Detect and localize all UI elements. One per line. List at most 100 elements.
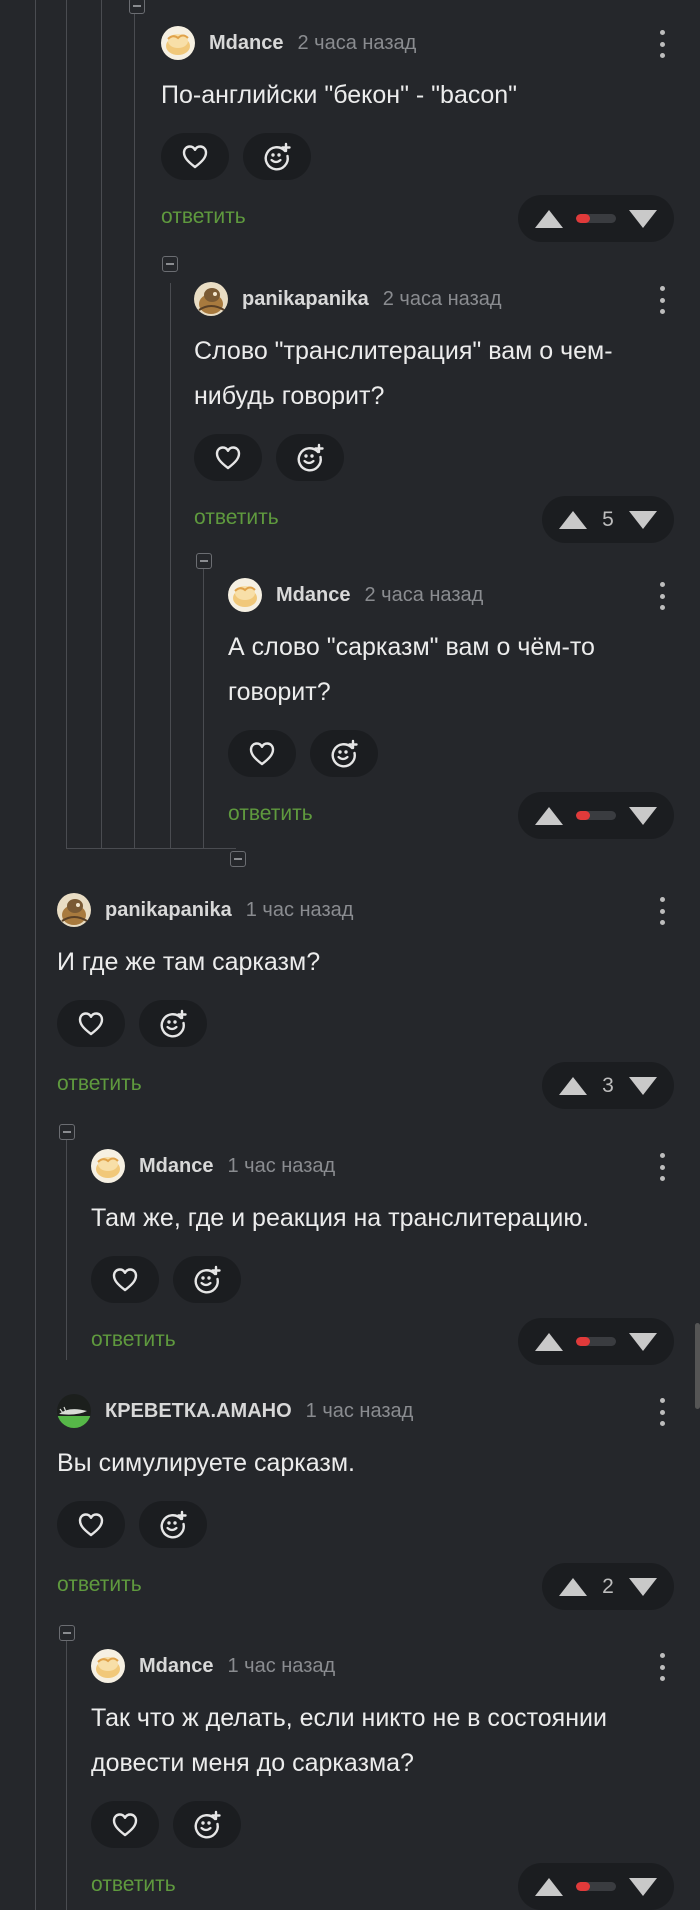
comment-text: Так что ж делать, если никто не в состоя… xyxy=(91,1704,607,1777)
smile-plus-icon xyxy=(329,739,359,769)
comment: КРЕВЕТКА.АМАНО 1 час назад Вы симулирует… xyxy=(57,1393,674,1610)
heart-icon xyxy=(111,1266,139,1294)
reply-link[interactable]: ответить xyxy=(57,1072,142,1096)
comment-time: 2 часа назад xyxy=(364,583,484,606)
upvote-icon[interactable] xyxy=(558,1576,588,1598)
like-button[interactable] xyxy=(228,730,296,777)
like-button[interactable] xyxy=(161,133,229,180)
author-name[interactable]: КРЕВЕТКА.АМАНО xyxy=(105,1400,292,1423)
like-button[interactable] xyxy=(91,1256,159,1303)
avatar[interactable] xyxy=(57,893,91,927)
smile-plus-icon xyxy=(158,1009,188,1039)
avatar[interactable] xyxy=(91,1149,125,1183)
upvote-icon[interactable] xyxy=(558,509,588,531)
more-menu-icon[interactable] xyxy=(660,1653,666,1681)
upvote-icon[interactable] xyxy=(534,1331,564,1353)
downvote-icon[interactable] xyxy=(628,805,658,827)
comment-text: Вы симулируете сарказм. xyxy=(57,1449,355,1477)
collapse-toggle[interactable] xyxy=(129,0,145,14)
avatar[interactable] xyxy=(194,282,228,316)
avatar[interactable] xyxy=(91,1649,125,1683)
thread-line xyxy=(35,0,36,1910)
more-menu-icon[interactable] xyxy=(660,897,666,925)
comment-time: 1 час назад xyxy=(245,898,354,921)
comment: Mdance 2 часа назад По-английски "бекон"… xyxy=(161,25,674,242)
rating-score: 3 xyxy=(602,1073,614,1097)
author-name[interactable]: panikapanika xyxy=(105,899,232,922)
collapse-toggle[interactable] xyxy=(162,256,178,272)
reply-link[interactable]: ответить xyxy=(91,1328,176,1352)
rating-ratio-bar xyxy=(576,1337,616,1346)
comment-time: 1 час назад xyxy=(305,1399,414,1422)
add-reaction-button[interactable] xyxy=(243,133,311,180)
like-button[interactable] xyxy=(57,1501,125,1548)
more-menu-icon[interactable] xyxy=(660,30,666,58)
smile-plus-icon xyxy=(158,1510,188,1540)
comment-text: И где же там сарказм? xyxy=(57,948,321,976)
thread-line xyxy=(66,1640,67,1910)
more-menu-icon[interactable] xyxy=(660,582,666,610)
comment-time: 1 час назад xyxy=(227,1654,336,1677)
author-name[interactable]: Mdance xyxy=(276,584,350,607)
rating-score: 5 xyxy=(602,507,614,531)
collapse-toggle[interactable] xyxy=(59,1124,75,1140)
avatar[interactable] xyxy=(228,578,262,612)
smile-plus-icon xyxy=(192,1265,222,1295)
author-name[interactable]: panikapanika xyxy=(242,288,369,311)
heart-icon xyxy=(111,1811,139,1839)
thread-line xyxy=(66,1140,67,1360)
heart-icon xyxy=(181,143,209,171)
more-menu-icon[interactable] xyxy=(660,1153,666,1181)
add-reaction-button[interactable] xyxy=(173,1801,241,1848)
add-reaction-button[interactable] xyxy=(139,1000,207,1047)
upvote-icon[interactable] xyxy=(534,1876,564,1898)
smile-plus-icon xyxy=(192,1810,222,1840)
add-reaction-button[interactable] xyxy=(173,1256,241,1303)
avatar[interactable] xyxy=(161,26,195,60)
like-button[interactable] xyxy=(91,1801,159,1848)
comment-header: panikapanika 2 часа назад xyxy=(194,281,674,317)
comment-text: По-английски "бекон" - "bacon" xyxy=(161,81,518,109)
reply-link[interactable]: ответить xyxy=(57,1573,142,1597)
reply-link[interactable]: ответить xyxy=(91,1873,176,1897)
comment-time: 1 час назад xyxy=(227,1154,336,1177)
downvote-icon[interactable] xyxy=(628,1576,658,1598)
rating-ratio-bar xyxy=(576,214,616,223)
scrollbar[interactable] xyxy=(695,1323,700,1409)
author-name[interactable]: Mdance xyxy=(139,1655,213,1678)
collapse-toggle[interactable] xyxy=(230,851,246,867)
comment: Mdance 2 часа назад А слово "сарказм" ва… xyxy=(228,577,674,839)
upvote-icon[interactable] xyxy=(558,1075,588,1097)
add-reaction-button[interactable] xyxy=(310,730,378,777)
more-menu-icon[interactable] xyxy=(660,286,666,314)
reply-link[interactable]: ответить xyxy=(194,506,279,530)
author-name[interactable]: Mdance xyxy=(139,1155,213,1178)
collapse-toggle[interactable] xyxy=(59,1625,75,1641)
more-menu-icon[interactable] xyxy=(660,1398,666,1426)
add-reaction-button[interactable] xyxy=(139,1501,207,1548)
collapse-toggle[interactable] xyxy=(196,553,212,569)
add-reaction-button[interactable] xyxy=(276,434,344,481)
reply-link[interactable]: ответить xyxy=(161,205,246,229)
downvote-icon[interactable] xyxy=(628,208,658,230)
heart-icon xyxy=(77,1010,105,1038)
thread-line xyxy=(170,283,171,848)
comment-header: Mdance 2 часа назад xyxy=(228,577,674,613)
comment-time: 2 часа назад xyxy=(297,31,417,54)
author-name[interactable]: Mdance xyxy=(209,32,283,55)
comment-header: Mdance 2 часа назад xyxy=(161,25,674,61)
avatar[interactable] xyxy=(57,1394,91,1428)
comment-header: panikapanika 1 час назад xyxy=(57,892,674,928)
like-button[interactable] xyxy=(57,1000,125,1047)
upvote-icon[interactable] xyxy=(534,805,564,827)
heart-icon xyxy=(248,740,276,768)
reply-link[interactable]: ответить xyxy=(228,802,313,826)
downvote-icon[interactable] xyxy=(628,1331,658,1353)
like-button[interactable] xyxy=(194,434,262,481)
upvote-icon[interactable] xyxy=(534,208,564,230)
downvote-icon[interactable] xyxy=(628,509,658,531)
downvote-icon[interactable] xyxy=(628,1876,658,1898)
vote-control: 5 xyxy=(542,496,674,543)
downvote-icon[interactable] xyxy=(628,1075,658,1097)
vote-control xyxy=(518,1318,674,1365)
